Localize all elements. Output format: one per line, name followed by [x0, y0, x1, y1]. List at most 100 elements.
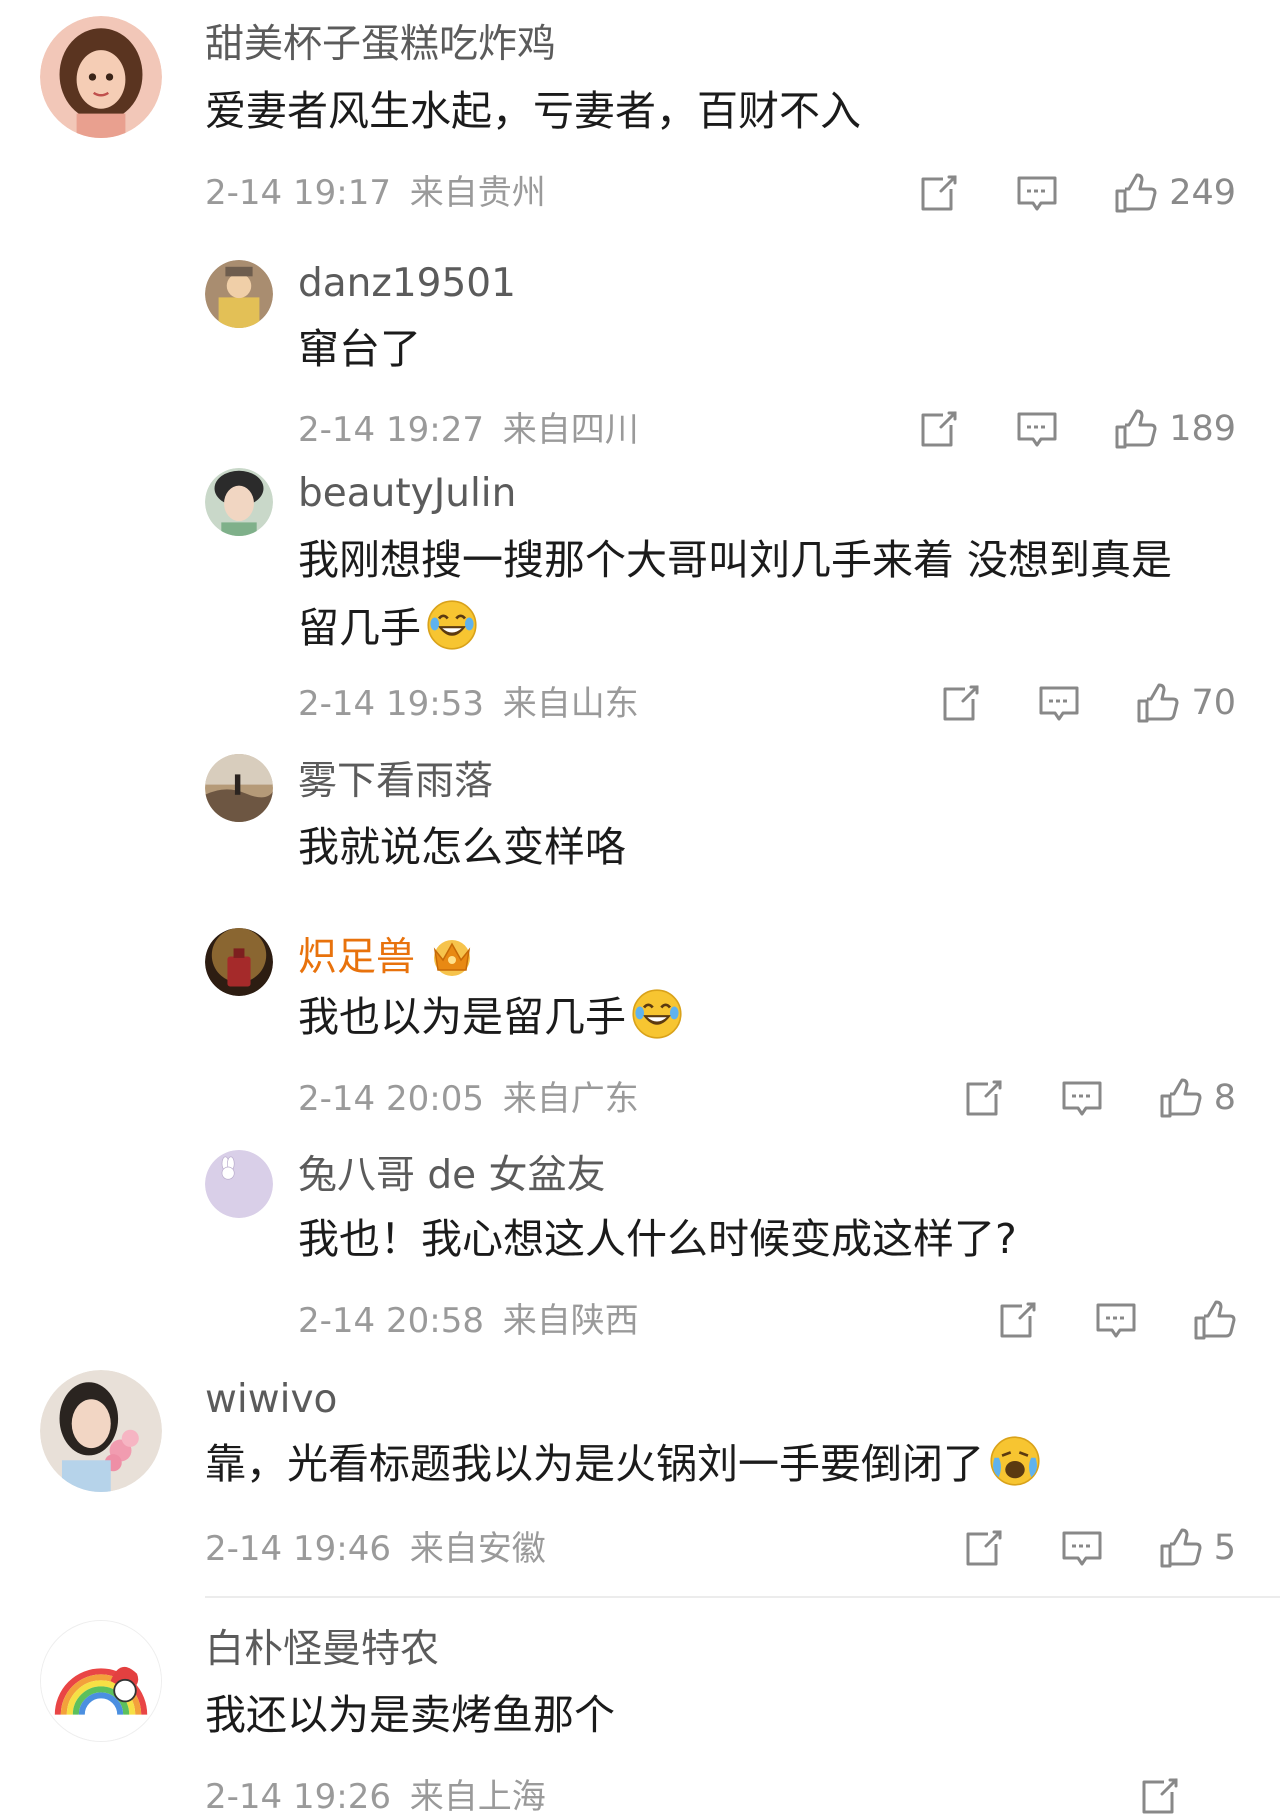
thumbs-up-icon [1115, 173, 1157, 213]
timestamp: 2-14 19:26 [205, 1777, 391, 1817]
reply-meta: 2-14 20:58 来自陕西 [298, 1304, 639, 1338]
comment-text: 靠，光看标题我以为是火锅刘一手要倒闭了 [205, 1433, 1042, 1497]
location: 来自山东 [502, 684, 639, 724]
reply-text: 我刚想搜一搜那个大哥叫刘几手来着 没想到真是 留几手 [298, 529, 1172, 660]
like-button[interactable] [1192, 1298, 1236, 1342]
like-button[interactable]: 249 [1113, 171, 1236, 215]
username[interactable]: 雾下看雨落 [298, 762, 493, 801]
share-button[interactable] [962, 1526, 1006, 1570]
timestamp: 2-14 19:46 [205, 1529, 391, 1569]
like-count: 5 [1213, 1527, 1236, 1568]
username[interactable]: 兔八哥 de 女盆友 [298, 1156, 606, 1195]
comment-icon [1039, 686, 1079, 721]
reply-text: 我也！我心想这人什么时候变成这样了? [298, 1215, 1017, 1263]
crown-badge-icon [433, 940, 471, 976]
reply-actions: 189 [917, 405, 1236, 453]
share-button[interactable] [917, 407, 961, 451]
comment-button[interactable] [1060, 1526, 1104, 1570]
like-count: 70 [1191, 682, 1236, 723]
avatar[interactable] [205, 754, 273, 822]
username[interactable]: 炽足兽 [298, 934, 479, 978]
location: 来自安徽 [409, 1529, 546, 1569]
share-button[interactable] [917, 171, 961, 215]
share-button[interactable] [962, 1076, 1006, 1120]
loudly-crying-laugh-emoji [990, 1436, 1040, 1486]
username[interactable]: danz19501 [298, 264, 516, 303]
location: 来自上海 [409, 1777, 546, 1817]
like-count: 249 [1169, 172, 1236, 213]
comment-meta: 2-14 19:26 来自上海 [205, 1780, 546, 1814]
like-count: 8 [1213, 1077, 1236, 1118]
comment-meta: 2-14 19:17 来自贵州 [205, 176, 546, 210]
location: 来自四川 [502, 410, 639, 450]
thumbs-up-icon [1115, 409, 1157, 449]
username-text: 炽足兽 [298, 935, 416, 980]
avatar[interactable] [40, 16, 162, 138]
location: 来自广东 [502, 1079, 639, 1119]
comment-button[interactable] [1015, 171, 1059, 215]
location: 来自贵州 [409, 173, 546, 213]
thumbs-up-icon [1137, 683, 1179, 723]
divider [205, 1596, 1280, 1598]
username[interactable]: wiwivo [205, 1380, 337, 1419]
comment-button[interactable] [1094, 1298, 1138, 1342]
thumbs-up-icon [1160, 1078, 1202, 1118]
comment-actions [1138, 1772, 1236, 1820]
avatar[interactable] [205, 260, 273, 328]
share-icon [966, 1080, 1002, 1116]
username[interactable]: 甜美杯子蛋糕吃炸鸡 [205, 25, 556, 64]
timestamp: 2-14 19:53 [298, 684, 484, 724]
reply-text-fragment: 留几手 [298, 603, 421, 652]
comment-button[interactable] [1037, 681, 1081, 725]
comment-meta: 2-14 19:46 来自安徽 [205, 1532, 546, 1566]
username[interactable]: beautyJulin [298, 474, 516, 513]
comment-icon [1062, 1081, 1102, 1116]
share-icon [943, 685, 979, 721]
like-button[interactable]: 8 [1158, 1076, 1236, 1120]
timestamp: 2-14 19:27 [298, 410, 484, 450]
reply-actions [996, 1296, 1236, 1344]
like-button[interactable]: 189 [1113, 407, 1236, 451]
location: 来自陕西 [502, 1301, 639, 1341]
like-count: 189 [1169, 408, 1236, 449]
laugh-cry-emoji [427, 599, 477, 650]
avatar[interactable] [205, 1150, 273, 1218]
share-button[interactable] [1138, 1774, 1182, 1818]
share-icon [921, 411, 957, 447]
like-button[interactable]: 5 [1158, 1526, 1236, 1570]
reply-text-line: 留几手 [298, 597, 1172, 661]
timestamp: 2-14 20:05 [298, 1079, 484, 1119]
comment-actions: 5 [962, 1524, 1236, 1572]
comment-icon [1017, 412, 1057, 447]
share-button[interactable] [939, 681, 983, 725]
comment-text-fragment: 靠，光看标题我以为是火锅刘一手要倒闭了 [205, 1440, 984, 1488]
share-icon [1000, 1302, 1036, 1338]
reply-actions: 70 [939, 679, 1236, 727]
timestamp: 2-14 20:58 [298, 1301, 484, 1341]
avatar[interactable] [40, 1620, 162, 1742]
thumbs-up-icon [1194, 1300, 1236, 1340]
like-button[interactable]: 70 [1135, 681, 1236, 725]
reply-meta: 2-14 20:05 来自广东 [298, 1082, 639, 1116]
avatar[interactable] [40, 1370, 162, 1492]
reply-text-fragment: 我也以为是留几手 [298, 993, 626, 1041]
comment-icon [1062, 1531, 1102, 1566]
timestamp: 2-14 19:17 [205, 173, 391, 213]
comment-button[interactable] [1015, 407, 1059, 451]
comment-text: 我还以为是卖烤鱼那个 [205, 1691, 615, 1739]
reply-meta: 2-14 19:27 来自四川 [298, 413, 639, 447]
share-icon [921, 175, 957, 211]
share-icon [966, 1530, 1002, 1566]
laugh-cry-emoji [632, 989, 682, 1039]
reply-text: 窜台了 [298, 325, 421, 373]
reply-text: 我就说怎么变样咯 [298, 823, 626, 871]
avatar[interactable] [205, 928, 273, 996]
share-icon [1142, 1778, 1178, 1814]
thumbs-up-icon [1160, 1528, 1202, 1568]
comment-button[interactable] [1060, 1076, 1104, 1120]
username[interactable]: 白朴怪曼特农 [205, 1630, 439, 1669]
avatar[interactable] [205, 468, 273, 536]
reply-text-line: 我刚想搜一搜那个大哥叫刘几手来着 没想到真是 [298, 536, 1173, 584]
reply-actions: 8 [962, 1074, 1236, 1122]
share-button[interactable] [996, 1298, 1040, 1342]
